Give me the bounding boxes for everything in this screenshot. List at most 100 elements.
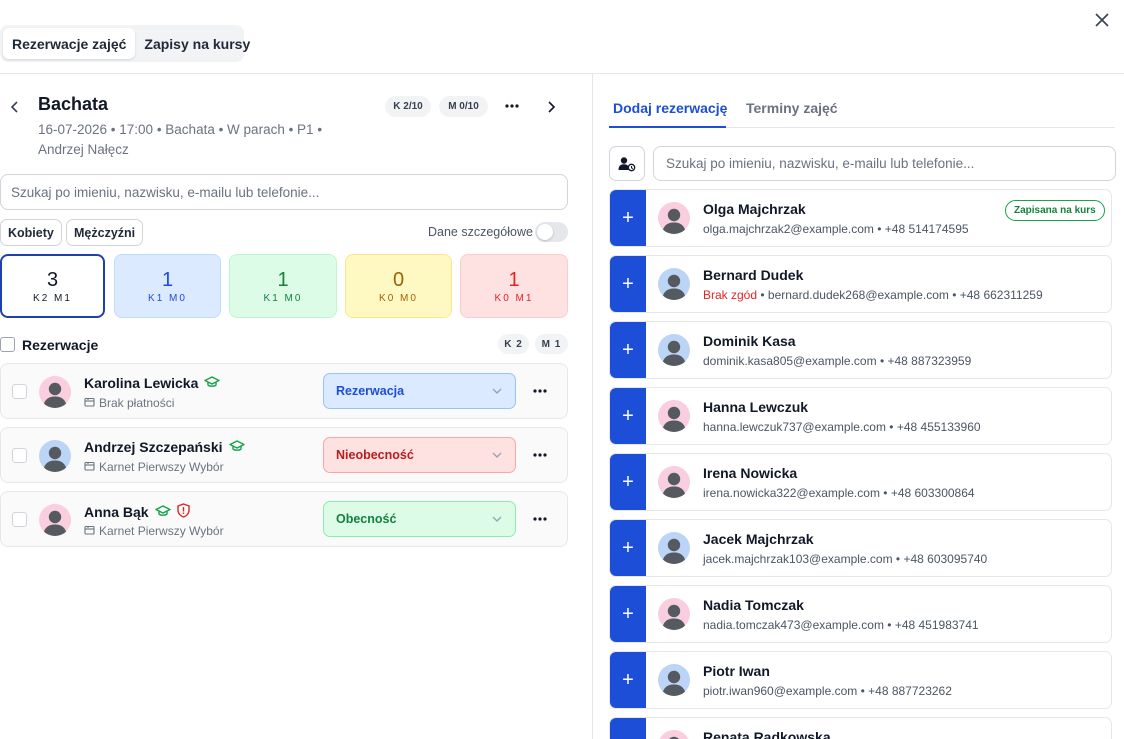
status-count-card[interactable]: 1 K0 M1 (460, 254, 568, 318)
tab-add-reservation[interactable]: Dodaj rezerwację (613, 100, 727, 116)
tab-course-enrollments[interactable]: Zapisy na kursy (135, 28, 259, 59)
details-toggle[interactable] (535, 222, 568, 242)
payment-info: Karnet Pierwszy Wybór (84, 460, 224, 474)
add-reservation-button[interactable]: + (610, 322, 646, 378)
payment-card-icon (84, 524, 95, 538)
avatar (658, 730, 690, 739)
person-name: Bernard Dudek (703, 267, 804, 283)
person-card: + Renata Radkowska (609, 717, 1112, 739)
participant-name-text: Anna Bąk (84, 504, 149, 520)
header-divider (0, 73, 1124, 74)
person-phone: +48 662311259 (959, 288, 1043, 302)
class-meta: 16-07-2026 • 17:00 • Bachata • W parach … (38, 120, 358, 160)
person-card: + Piotr Iwan piotr.iwan960@example.com • +… (609, 651, 1112, 709)
toggle-knob (537, 224, 553, 240)
person-email: nadia.tomczak473@example.com (703, 618, 884, 632)
status-count: 3 (46, 268, 59, 291)
status-count-card[interactable]: 0 K0 M0 (345, 254, 452, 318)
person-phone: +48 514174595 (884, 222, 969, 236)
person-card: + Olga Majchrzak olga.majchrzak2@example.c… (609, 189, 1112, 247)
person-contact: jacek.majchrzak103@example.com • +48 603… (703, 552, 988, 566)
person-search-input[interactable]: Szukaj po imieniu, nazwisku, e-mailu lub… (653, 146, 1116, 181)
person-name: Irena Nowicka (703, 465, 798, 481)
filter-women-button[interactable]: Kobiety (0, 219, 62, 246)
status-count: 1 (277, 268, 289, 291)
participant-name-text: Karolina Lewicka (84, 375, 199, 391)
person-card: + Hanna Lewczuk hanna.lewczuk737@example.c… (609, 387, 1112, 445)
select-all-checkbox[interactable] (0, 337, 15, 352)
add-person-icon[interactable] (609, 146, 645, 181)
add-reservation-button[interactable]: + (610, 190, 646, 246)
row-more-options-icon[interactable] (528, 444, 552, 466)
person-card: + Dominik Kasa dominik.kasa805@example.com… (609, 321, 1112, 379)
consent-warning: Brak zgód (703, 288, 758, 302)
class-meta-details: 16-07-2026 • 17:00 • Bachata • W parach … (38, 122, 323, 137)
person-phone: +48 451983741 (894, 618, 979, 632)
tab-class-reservations[interactable]: Rezerwacje zajęć (3, 28, 136, 59)
person-email: dominik.kasa805@example.com (703, 354, 877, 368)
attendance-status-value: Rezerwacja (336, 384, 405, 398)
details-toggle-label: Dane szczegółowe (428, 225, 533, 239)
add-reservation-button[interactable]: + (610, 388, 646, 444)
attendance-status-select[interactable]: Obecność (323, 501, 516, 537)
close-icon[interactable] (1091, 9, 1113, 31)
row-checkbox[interactable] (12, 512, 27, 527)
row-more-options-icon[interactable] (528, 380, 552, 402)
add-reservation-button[interactable]: + (610, 652, 646, 708)
avatar (658, 334, 690, 366)
men-count-badge: M 1 (535, 334, 568, 354)
chevron-right-icon[interactable] (542, 96, 560, 118)
person-contact: hanna.lewczuk737@example.com • +48 45513… (703, 420, 981, 434)
person-phone: +48 887723262 (868, 684, 952, 698)
person-contact: nadia.tomczak473@example.com • +48 45198… (703, 618, 979, 632)
payment-label: Karnet Pierwszy Wybór (99, 460, 224, 474)
avatar (658, 664, 690, 696)
tab-class-dates[interactable]: Terminy zajęć (746, 100, 838, 116)
person-card: + Irena Nowicka irena.nowicka322@example.c… (609, 453, 1112, 511)
avatar (658, 598, 690, 630)
row-more-options-icon[interactable] (528, 508, 552, 530)
row-checkbox[interactable] (12, 448, 27, 463)
attendance-status-value: Obecność (336, 512, 397, 526)
person-contact: Brak zgód • bernard.dudek268@example.com… (703, 288, 1043, 302)
status-count: 1 (161, 268, 174, 291)
add-reservation-button[interactable]: + (610, 256, 646, 312)
status-count-card[interactable]: 1 K1 M0 (229, 254, 337, 318)
person-phone: +48 603095740 (903, 552, 988, 566)
chevron-left-icon[interactable] (7, 96, 23, 118)
reservations-heading: Rezerwacje (22, 337, 99, 353)
enrolled-badge: Zapisana na kurs (1005, 200, 1105, 221)
men-capacity-badge: M 0/10 (439, 96, 488, 117)
add-reservation-button[interactable]: + (610, 520, 646, 576)
person-contact: irena.nowicka322@example.com • +48 60330… (703, 486, 975, 500)
chevron-down-icon (492, 452, 502, 458)
person-email: bernard.dudek268@example.com (767, 288, 949, 302)
status-gender-breakdown: K2 M1 (33, 292, 72, 304)
reservation-row: Andrzej Szczepański Karnet Pierwszy Wybór… (0, 427, 568, 483)
person-email: jacek.majchrzak103@example.com (703, 552, 893, 566)
filter-men-button[interactable]: Mężczyźni (66, 219, 144, 246)
avatar (658, 268, 690, 300)
add-reservation-button[interactable]: + (610, 718, 646, 739)
status-count-card[interactable]: 1 K1 M0 (114, 254, 221, 318)
avatar (658, 202, 690, 234)
status-gender-breakdown: K0 M0 (379, 292, 418, 304)
reservation-row: Karolina Lewicka Brak płatności Rezerwacja (0, 363, 568, 419)
payment-info: Brak płatności (84, 396, 174, 410)
add-reservation-button[interactable]: + (610, 454, 646, 510)
status-count-card[interactable]: 3 K2 M1 (0, 254, 105, 318)
warning-shield-icon (176, 503, 190, 521)
more-options-icon[interactable] (500, 95, 524, 117)
person-contact: olga.majchrzak2@example.com • +48 514174… (703, 222, 969, 236)
attendance-status-select[interactable]: Rezerwacja (323, 373, 516, 409)
chevron-down-icon (492, 516, 502, 522)
women-count-badge: K 2 (498, 334, 529, 354)
person-name: Dominik Kasa (703, 333, 796, 349)
status-gender-breakdown: K0 M1 (494, 292, 534, 304)
reservation-search-input[interactable]: Szukaj po imieniu, nazwisku, e-mailu lub… (0, 174, 568, 210)
view-tabs: Rezerwacje zajęć Zapisy na kursy (0, 25, 250, 62)
row-checkbox[interactable] (12, 384, 27, 399)
add-reservation-button[interactable]: + (610, 586, 646, 642)
attendance-status-select[interactable]: Nieobecność (323, 437, 516, 473)
person-contact: dominik.kasa805@example.com • +48 887323… (703, 354, 972, 368)
